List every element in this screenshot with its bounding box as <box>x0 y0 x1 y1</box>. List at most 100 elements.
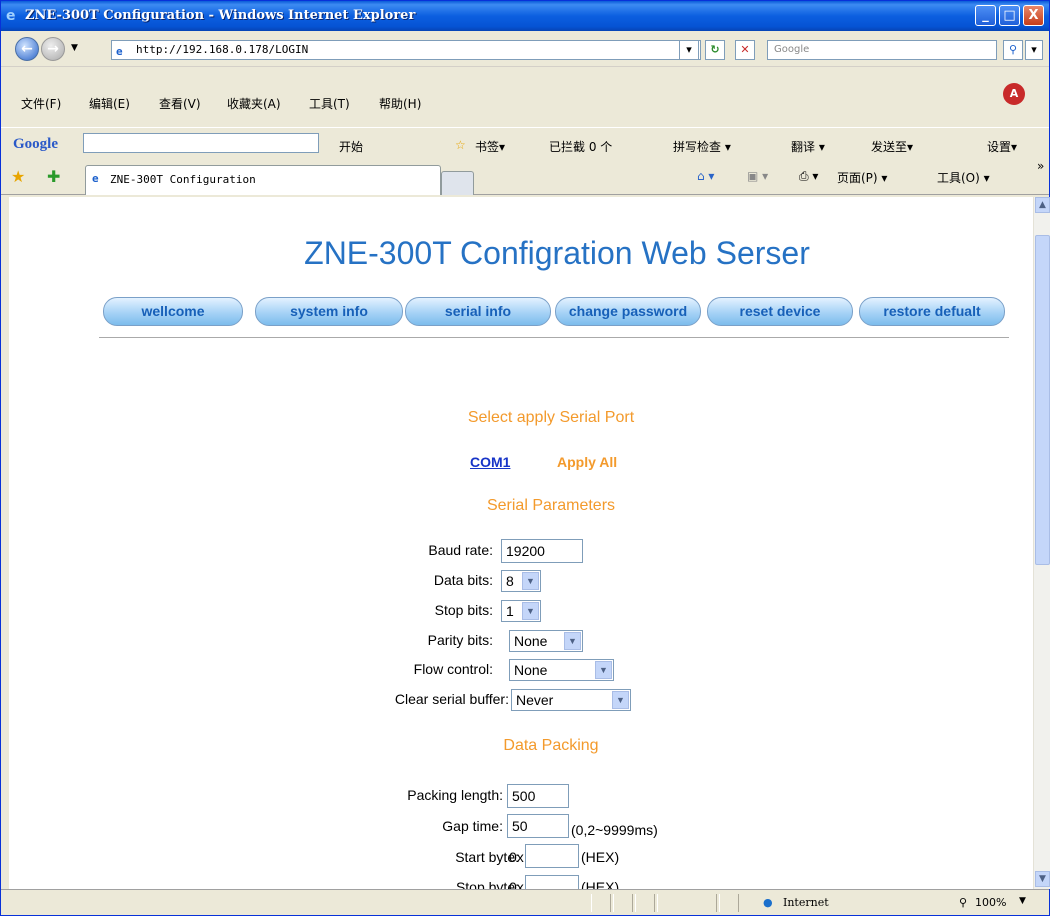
favorites-star-icon[interactable]: ★ <box>11 167 25 186</box>
menu-file[interactable]: 文件(F) <box>21 95 61 112</box>
tools-menu-button[interactable]: 工具(O) ▾ <box>937 169 990 186</box>
parity-bits-label: Parity bits: <box>427 632 493 648</box>
tab-title: ZNE-300T Configuration <box>110 173 256 186</box>
data-bits-value: 8 <box>506 573 514 589</box>
back-button[interactable]: ← <box>15 37 39 61</box>
search-input[interactable]: Google <box>767 40 997 60</box>
close-button[interactable]: X <box>1023 5 1044 26</box>
nav-change-password-button[interactable]: change password <box>555 297 701 326</box>
gap-time-note: (0,2~9999ms) <box>571 822 658 838</box>
parity-bits-select[interactable]: None ▼ <box>509 630 583 652</box>
stop-byte-note: (HEX) <box>581 879 620 889</box>
google-settings-button[interactable]: 设置▾ <box>987 138 1017 155</box>
tab-ie-icon: e <box>92 172 99 185</box>
divider <box>99 337 1009 338</box>
add-favorite-icon[interactable]: ✚ <box>47 167 60 186</box>
frame-left <box>1 197 9 889</box>
start-byte-input[interactable] <box>525 844 579 868</box>
gap-time-label: Gap time: <box>442 818 503 834</box>
packing-length-input[interactable]: 500 <box>507 784 569 808</box>
apply-all-link[interactable]: Apply All <box>557 454 617 470</box>
clear-buffer-value: Never <box>516 692 554 708</box>
popup-blocked-label[interactable]: 已拦截 0 个 <box>549 138 612 155</box>
zoom-icon: ⚲ <box>959 896 968 909</box>
search-options-icon[interactable]: ▾ <box>1025 40 1043 60</box>
clear-buffer-select[interactable]: Never ▼ <box>511 689 631 711</box>
start-byte-note: (HEX) <box>581 849 620 865</box>
address-dropdown-icon[interactable]: ▾ <box>679 40 699 60</box>
google-logo: Google <box>13 136 58 152</box>
menu-tools[interactable]: 工具(T) <box>309 95 350 112</box>
bookmarks-button[interactable]: 书签▾ <box>475 138 505 155</box>
title-bar: e ZNE-300T Configuration - Windows Inter… <box>1 1 1049 31</box>
stop-byte-input[interactable] <box>525 875 579 889</box>
stop-bits-select[interactable]: 1 ▼ <box>501 600 541 622</box>
stop-bits-value: 1 <box>506 603 514 619</box>
refresh-icon[interactable]: ↻ <box>705 40 725 60</box>
menu-help[interactable]: 帮助(H) <box>379 95 421 112</box>
vertical-scrollbar[interactable]: ▲ ▼ <box>1033 197 1050 889</box>
google-start-button[interactable]: 开始 <box>339 138 363 155</box>
flow-control-select[interactable]: None ▼ <box>509 659 614 681</box>
serial-parameters-title: Serial Parameters <box>486 497 616 514</box>
address-url: http://192.168.0.178/LOGIN <box>136 43 309 56</box>
chevron-down-icon: ▼ <box>595 661 612 679</box>
nav-reset-device-button[interactable]: reset device <box>707 297 853 326</box>
print-icon[interactable]: ⎙ ▾ <box>799 169 818 184</box>
zone-label: Internet <box>783 896 829 909</box>
menu-view[interactable]: 查看(V) <box>159 95 201 112</box>
clear-buffer-label: Clear serial buffer: <box>394 691 509 707</box>
address-toolbar: ← → ▼ e http://192.168.0.178/LOGIN ▾ ↻ ✕… <box>1 31 1049 67</box>
nav-system-info-button[interactable]: system info <box>255 297 403 326</box>
translate-button[interactable]: 翻译 ▾ <box>791 138 825 155</box>
data-packing-title: Data Packing <box>503 737 599 754</box>
send-to-button[interactable]: 发送至▾ <box>871 138 913 155</box>
gap-time-input[interactable]: 50 <box>507 814 569 838</box>
data-bits-select[interactable]: 8 ▼ <box>501 570 541 592</box>
new-tab-button[interactable] <box>441 171 474 195</box>
baud-rate-input[interactable]: 19200 <box>501 539 583 563</box>
data-bits-label: Data bits: <box>433 572 493 588</box>
menu-favorites[interactable]: 收藏夹(A) <box>227 95 281 112</box>
nav-wellcome-button[interactable]: wellcome <box>103 297 243 326</box>
maximize-button[interactable]: □ <box>999 5 1020 26</box>
tab-bar: ★ ✚ e ZNE-300T Configuration ⌂ ▾ ▣ ▾ ⎙ ▾… <box>1 157 1049 195</box>
pdf-icon[interactable]: A <box>1003 83 1025 105</box>
spell-check-button[interactable]: 拼写检查 ▾ <box>673 138 731 155</box>
chevron-down-icon: ▼ <box>564 632 581 650</box>
status-cell <box>657 894 717 912</box>
start-byte-label: Start byte: <box>455 849 519 865</box>
search-placeholder: Google <box>774 44 810 55</box>
page-menu-button[interactable]: 页面(P) ▾ <box>837 169 887 186</box>
chevron-more-icon[interactable]: » <box>1037 159 1044 173</box>
browser-window: e ZNE-300T Configuration - Windows Inter… <box>0 0 1050 916</box>
google-toolbar: Google 开始 ☆ 书签▾ 已拦截 0 个 拼写检查 ▾ 翻译 ▾ 发送至▾… <box>1 127 1049 157</box>
google-search-input[interactable] <box>83 133 319 153</box>
scroll-down-icon[interactable]: ▼ <box>1035 871 1050 887</box>
tab-zne-config[interactable]: e ZNE-300T Configuration <box>85 165 441 195</box>
forward-button[interactable]: → <box>41 37 65 61</box>
nav-serial-info-button[interactable]: serial info <box>405 297 551 326</box>
address-input[interactable]: e http://192.168.0.178/LOGIN <box>111 40 701 60</box>
chevron-down-icon: ▼ <box>612 691 629 709</box>
home-icon[interactable]: ⌂ ▾ <box>697 169 714 183</box>
nav-restore-default-button[interactable]: restore defualt <box>859 297 1005 326</box>
page-content: ZNE-300T Configration Web Serser wellcom… <box>9 197 1033 889</box>
history-dropdown-icon[interactable]: ▼ <box>71 43 78 53</box>
ie-logo-icon: e <box>6 8 16 24</box>
scroll-up-icon[interactable]: ▲ <box>1035 197 1050 213</box>
page-icon: e <box>116 45 123 58</box>
scroll-thumb[interactable] <box>1035 235 1050 565</box>
start-byte-prefix: 0x <box>509 849 524 865</box>
feeds-icon[interactable]: ▣ ▾ <box>747 169 768 183</box>
zoom-dropdown-icon[interactable]: ▼ <box>1019 896 1026 906</box>
zoom-level[interactable]: 100% <box>975 896 1006 909</box>
menu-edit[interactable]: 编辑(E) <box>89 95 130 112</box>
stop-icon[interactable]: ✕ <box>735 40 755 60</box>
chevron-down-icon: ▼ <box>522 572 539 590</box>
com1-link[interactable]: COM1 <box>470 454 510 470</box>
search-icon[interactable]: ⚲ <box>1003 40 1023 60</box>
minimize-button[interactable]: _ <box>975 5 996 26</box>
star-icon[interactable]: ☆ <box>455 138 466 152</box>
parity-bits-value: None <box>514 633 548 649</box>
